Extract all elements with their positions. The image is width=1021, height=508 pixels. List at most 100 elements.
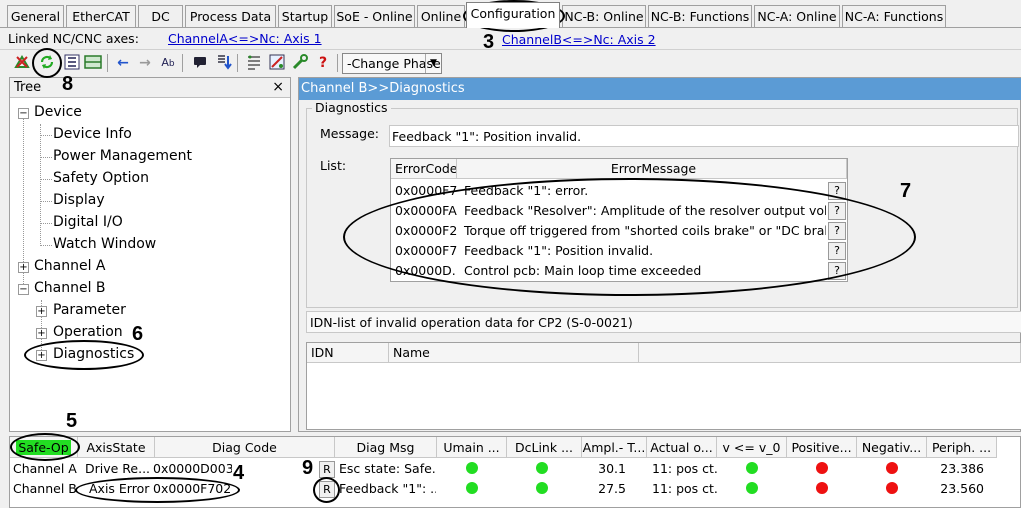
col-safe-op[interactable]: Safe-Op [10,437,78,458]
row-periph: 23.386 [940,461,984,476]
tab-nca-online[interactable]: NC-A: Online [754,5,840,27]
table-row-message: Torque off triggered from "shorted coils… [464,223,826,238]
link-channel-a[interactable]: ChannelA<=>Nc: Axis 1 [168,31,322,46]
row-diag-msg: Esc state: Safe... [339,461,436,476]
tab-nca-functions[interactable]: NC-A: Functions [842,5,946,27]
table-row-message: Feedback "1": error. [464,183,589,198]
tree-view-icon[interactable] [62,53,82,73]
row-help-button[interactable]: ? [828,182,846,200]
tab-soe-online[interactable]: SoE - Online [334,5,415,27]
row-diag-code: 0x0000F702 [153,481,232,496]
chevron-down-icon[interactable]: ▼ [425,54,441,73]
tree-item-device-info[interactable]: Device Info [53,126,132,142]
col-v-le-v0[interactable]: v <= v_0 [717,437,787,458]
table-row-code: 0x0000F2... [395,223,457,238]
panel-view-icon[interactable] [83,53,103,73]
row-axis-state: Axis Error [89,481,150,496]
tab-ncb-online[interactable]: NC-B: Online [562,5,646,27]
diagnostics-expand-icon[interactable]: + [36,350,47,361]
table-row-code: 0x0000F7... [395,183,457,198]
comment-icon[interactable] [190,53,210,73]
message-field: Feedback "1": Position invalid. [389,125,1019,147]
col-negative[interactable]: Negativ... [857,437,927,458]
tab-general[interactable]: General [7,5,64,27]
tree-item-diagnostics[interactable]: Diagnostics [53,346,134,362]
map-icon[interactable] [267,53,287,73]
safe-op-badge: Safe-Op [16,440,71,455]
idn-list-title: IDN-list of invalid operation data for C… [306,311,1021,333]
row-channel-label: Channel A [13,461,77,476]
download-icon[interactable] [213,53,233,73]
table-row-code: 0x0000F7... [395,243,457,258]
row-diag-code: 0x0000D003 [153,461,232,476]
diagnostics-panel: Channel B>>Diagnostics Diagnostics Messa… [298,77,1021,432]
toolbar: ← → Ab ? -Change Phase- ▼ [0,49,1021,76]
tab-ethercat[interactable]: EtherCAT [66,5,136,27]
col-dclink[interactable]: DcLink ... [507,437,582,458]
error-list: ErrorCode ErrorMessage 0x0000F7... Feedb… [390,158,848,282]
col-idn[interactable]: IDN [307,343,389,363]
table-row-message: Feedback "1": Position invalid. [464,243,654,258]
callout-number-7: 7 [900,180,912,202]
col-error-code[interactable]: ErrorCode [391,159,457,179]
tree-item-digital-io[interactable]: Digital I/O [53,214,123,230]
tab-bar: General EtherCAT DC Process Data Startup… [0,0,1021,28]
tools-icon[interactable] [290,53,310,73]
link-channel-b[interactable]: ChannelB<=>Nc: Axis 2 [502,32,656,47]
row-help-button[interactable]: ? [828,202,846,220]
change-phase-select[interactable]: -Change Phase- ▼ [342,53,442,74]
dclink-status-dot [536,462,548,474]
find-text-icon[interactable]: Ab [158,53,178,73]
tab-configuration[interactable]: Configuration [466,2,560,28]
callout-number-6: 6 [132,323,144,345]
tab-online[interactable]: Online [417,5,465,27]
message-label: Message: [320,126,379,141]
col-error-message[interactable]: ErrorMessage [457,159,847,179]
positive-status-dot [816,482,828,494]
col-actual[interactable]: Actual o... [647,437,717,458]
tree-item-device[interactable]: Device [34,104,82,120]
col-positive[interactable]: Positive... [787,437,857,458]
channel-b-collapse-icon[interactable]: − [18,284,29,295]
tree-item-operation[interactable]: Operation [53,324,123,340]
channel-a-expand-icon[interactable]: + [18,262,29,273]
tree-item-channel-a[interactable]: Channel A [34,258,106,274]
tree-panel: Tree × − Device Device Info Power Manage… [9,77,291,432]
back-arrow-icon[interactable]: ← [113,53,133,73]
forward-arrow-icon[interactable]: → [135,53,155,73]
tree-item-channel-b[interactable]: Channel B [34,280,106,296]
row-reset-button[interactable]: R [319,481,335,498]
row-help-button[interactable]: ? [828,262,846,280]
tab-ncb-functions[interactable]: NC-B: Functions [648,5,752,27]
list-settings-icon[interactable] [244,53,264,73]
operation-expand-icon[interactable]: + [36,328,47,339]
tree-item-display[interactable]: Display [53,192,105,208]
col-name[interactable]: Name [389,343,639,363]
table-row-code: 0x0000D... [395,263,457,278]
col-umain[interactable]: Umain ... [437,437,507,458]
tree-item-safety-option[interactable]: Safety Option [53,170,149,186]
refresh-icon[interactable] [37,53,57,73]
callout-number-9: 9 [302,457,314,479]
close-icon[interactable]: × [272,79,284,95]
callout-number-5: 5 [66,410,78,432]
disconnect-icon[interactable] [12,53,32,73]
col-diag-code[interactable]: Diag Code [155,437,335,458]
tree-item-watch-window[interactable]: Watch Window [53,236,156,252]
parameter-expand-icon[interactable]: + [36,306,47,317]
col-axis-state[interactable]: AxisState [78,437,155,458]
tab-startup[interactable]: Startup [278,5,332,27]
row-reset-button[interactable]: R [319,461,335,478]
tree-item-parameter[interactable]: Parameter [53,302,126,318]
device-collapse-icon[interactable]: − [18,108,29,119]
col-ampl-temp[interactable]: Ampl.- T... [582,437,647,458]
help-icon[interactable]: ? [313,53,333,73]
tab-dc[interactable]: DC [138,5,183,27]
row-help-button[interactable]: ? [828,242,846,260]
row-help-button[interactable]: ? [828,222,846,240]
tree-item-power-management[interactable]: Power Management [53,148,192,164]
col-diag-msg[interactable]: Diag Msg [335,437,437,458]
row-periph: 23.560 [940,481,984,496]
tab-process-data[interactable]: Process Data [185,5,276,27]
col-periph[interactable]: Periph. ... [927,437,997,458]
